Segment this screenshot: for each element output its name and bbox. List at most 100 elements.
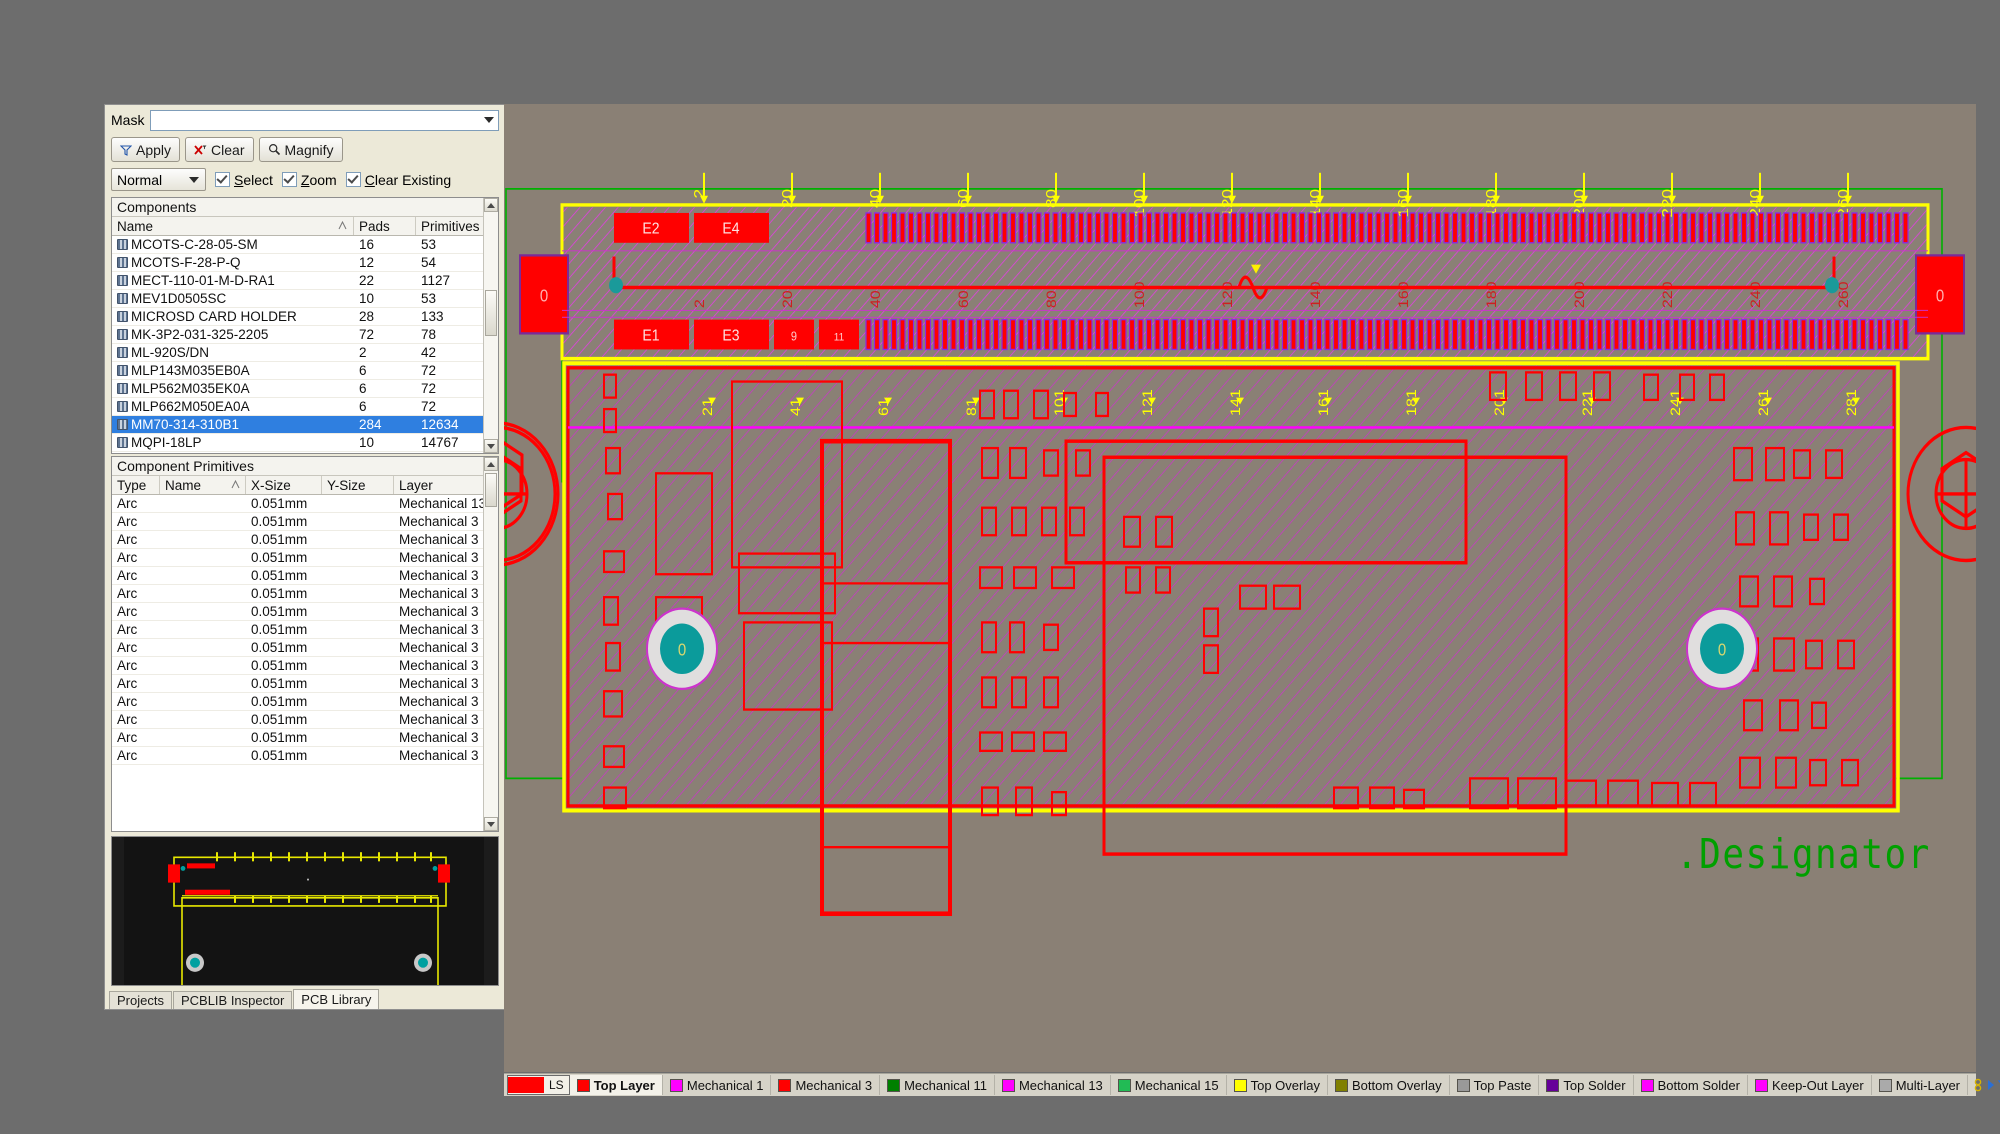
component-row[interactable]: MM70-314-310B1 284 12634 bbox=[112, 416, 484, 434]
clear-button[interactable]: Clear bbox=[185, 137, 254, 162]
connector-pad bbox=[1545, 212, 1552, 244]
scroll-up-button[interactable] bbox=[484, 198, 498, 212]
connector-pad bbox=[907, 318, 915, 351]
scroll-down-button[interactable] bbox=[484, 817, 498, 831]
component-row[interactable]: MCOTS-F-28-P-Q 12 54 bbox=[112, 254, 484, 272]
scroll-thumb[interactable] bbox=[485, 473, 497, 507]
connector-pad bbox=[1043, 318, 1051, 351]
component-row[interactable]: MQPI-18LP 10 14767 bbox=[112, 434, 484, 452]
component-row[interactable]: ML-920S/DN 2 42 bbox=[112, 344, 484, 362]
layer-tab[interactable]: Mechanical 15 bbox=[1111, 1075, 1227, 1095]
connector-pad bbox=[1477, 212, 1484, 244]
apply-button[interactable]: Apply bbox=[111, 137, 181, 162]
layer-tab[interactable]: Top Solder bbox=[1539, 1075, 1634, 1095]
column-header-primitives[interactable]: Primitives bbox=[416, 217, 484, 235]
column-header-pads[interactable]: Pads bbox=[354, 217, 416, 235]
primitive-row[interactable]: Arc 0.051mm Mechanical 3 bbox=[112, 567, 484, 585]
component-name: MCOTS-F-28-P-Q bbox=[112, 255, 354, 270]
scroll-track[interactable] bbox=[484, 212, 498, 439]
primitive-xsize: 0.051mm bbox=[251, 712, 308, 727]
component-row[interactable]: MLP143M035EB0A 6 72 bbox=[112, 362, 484, 380]
component-row[interactable]: MECT-110-01-M-D-RA1 22 1127 bbox=[112, 272, 484, 290]
active-layer-swatch bbox=[508, 1077, 544, 1093]
column-header-layer[interactable]: Layer bbox=[394, 476, 484, 494]
connector-pad bbox=[1460, 318, 1467, 351]
scroll-up-button[interactable] bbox=[484, 457, 498, 471]
connector-pad bbox=[1273, 212, 1280, 244]
sort-asc-icon bbox=[338, 221, 347, 230]
connector-pad bbox=[1188, 212, 1195, 244]
connector-pad bbox=[1103, 212, 1110, 244]
component-row[interactable]: MCOTS-C-28-05-SM 16 53 bbox=[112, 236, 484, 254]
connector-pad bbox=[1035, 318, 1042, 351]
component-preview[interactable] bbox=[111, 836, 499, 986]
component-name: MLP562M035EK0A bbox=[112, 381, 354, 396]
clear-existing-checkbox[interactable]: Clear Existing bbox=[345, 172, 451, 188]
pcb-canvas[interactable]: 2 20 40 60 80 100 120 140 160 180 200 220 240 260 2 20 4… bbox=[504, 104, 1976, 1072]
column-header-ysize[interactable]: Y-Size bbox=[322, 476, 394, 494]
column-header-type[interactable]: Type bbox=[112, 476, 160, 494]
mask-mode-select[interactable]: Normal bbox=[111, 168, 206, 191]
primitive-row[interactable]: Arc 0.051mm Mechanical 3 bbox=[112, 729, 484, 747]
primitive-row[interactable]: Arc 0.051mm Mechanical 3 bbox=[112, 711, 484, 729]
layer-tab[interactable]: Multi-Layer bbox=[1872, 1075, 1969, 1095]
connector-pad bbox=[1162, 212, 1170, 244]
primitive-row[interactable]: Arc 0.051mm Mechanical 3 bbox=[112, 513, 484, 531]
layer-tab[interactable]: Mechanical 13 bbox=[995, 1075, 1111, 1095]
layer-tab[interactable]: Keep-Out Layer bbox=[1748, 1075, 1872, 1095]
primitive-type: Arc bbox=[117, 640, 138, 655]
panel-tab-0[interactable]: Projects bbox=[109, 991, 172, 1009]
layer-tab[interactable]: Top Overlay bbox=[1227, 1075, 1328, 1095]
connector-pad bbox=[1528, 212, 1535, 244]
components-rows[interactable]: MCOTS-C-28-05-SM 16 53 MCOTS-F-28-P-Q 12 54 ME… bbox=[112, 236, 498, 453]
primitives-rows[interactable]: Arc 0.051mm Mechanical 13 Arc 0.051mm Mechani… bbox=[112, 495, 498, 831]
primitive-row[interactable]: Arc 0.051mm Mechanical 3 bbox=[112, 621, 484, 639]
layer-tab[interactable]: Bottom Solder bbox=[1634, 1075, 1748, 1095]
layer-tab[interactable]: Mechanical 1 bbox=[663, 1075, 772, 1095]
primitive-row[interactable]: Arc 0.051mm Mechanical 3 bbox=[112, 603, 484, 621]
primitive-row[interactable]: Arc 0.051mm Mechanical 3 bbox=[112, 639, 484, 657]
mask-input[interactable] bbox=[150, 109, 499, 131]
scroll-down-button[interactable] bbox=[484, 439, 498, 453]
component-row[interactable]: MICROSD CARD HOLDER 28 133 bbox=[112, 308, 484, 326]
layer-tab[interactable]: Mechanical 11 bbox=[880, 1075, 995, 1095]
layer-nav-icons[interactable] bbox=[1968, 1078, 2000, 1092]
panel-tabs[interactable]: Projects PCBLIB Inspector PCB Library bbox=[109, 989, 505, 1009]
select-checkbox[interactable]: SSelectelect bbox=[215, 172, 273, 188]
connector-pad bbox=[1264, 318, 1272, 351]
panel-tab-1[interactable]: PCBLIB Inspector bbox=[172, 991, 293, 1009]
component-row[interactable]: MLP662M050EA0A 6 72 bbox=[112, 398, 484, 416]
component-row[interactable]: MS27467T23E35100342 bbox=[112, 452, 484, 453]
layer-set-button[interactable]: LS bbox=[507, 1075, 570, 1095]
zoom-checkbox[interactable]: Zoom bbox=[281, 172, 337, 188]
primitive-row[interactable]: Arc 0.051mm Mechanical 3 bbox=[112, 693, 484, 711]
primitive-row[interactable]: Arc 0.051mm Mechanical 3 bbox=[112, 657, 484, 675]
primitive-row[interactable]: Arc 0.051mm Mechanical 3 bbox=[112, 675, 484, 693]
component-row[interactable]: MLP562M035EK0A 6 72 bbox=[112, 380, 484, 398]
layer-tab[interactable]: Top Paste bbox=[1450, 1075, 1540, 1095]
layer-tab[interactable]: Mechanical 3 bbox=[771, 1075, 881, 1095]
magnify-icon bbox=[268, 143, 280, 156]
component-row[interactable]: MEV1D0505SC 10 53 bbox=[112, 290, 484, 308]
column-header-xsize[interactable]: X-Size bbox=[246, 476, 322, 494]
connector-pad bbox=[1120, 212, 1127, 244]
components-scrollbar[interactable] bbox=[483, 198, 498, 453]
magnify-button[interactable]: Magnify bbox=[258, 137, 343, 162]
component-row[interactable]: MK-3P2-031-325-2205 72 78 bbox=[112, 326, 484, 344]
primitive-row[interactable]: Arc 0.051mm Mechanical 3 bbox=[112, 585, 484, 603]
primitive-row[interactable]: Arc 0.051mm Mechanical 3 bbox=[112, 531, 484, 549]
layer-tab-bar[interactable]: LS Top Layer Mechanical 1 Mechanical 3 Mech… bbox=[504, 1073, 2000, 1096]
primitive-row[interactable]: Arc 0.051mm Mechanical 3 bbox=[112, 747, 484, 765]
connector-pad bbox=[1094, 318, 1102, 351]
layer-tab[interactable]: Top Layer bbox=[569, 1075, 663, 1095]
primitive-row[interactable]: Arc 0.051mm Mechanical 3 bbox=[112, 549, 484, 567]
panel-tab-2[interactable]: PCB Library bbox=[293, 989, 380, 1009]
primitive-row[interactable]: Arc 0.051mm Mechanical 13 bbox=[112, 495, 484, 513]
primitives-scrollbar[interactable] bbox=[483, 457, 498, 831]
layer-tab[interactable]: Bottom Overlay bbox=[1328, 1075, 1450, 1095]
column-header-name[interactable]: Name bbox=[112, 217, 354, 235]
column-header-prim-name[interactable]: Name bbox=[160, 476, 246, 494]
layer-tabs[interactable]: Top Layer Mechanical 1 Mechanical 3 Mechani… bbox=[569, 1075, 1969, 1095]
scroll-track[interactable] bbox=[484, 471, 498, 817]
scroll-thumb[interactable] bbox=[485, 290, 497, 336]
